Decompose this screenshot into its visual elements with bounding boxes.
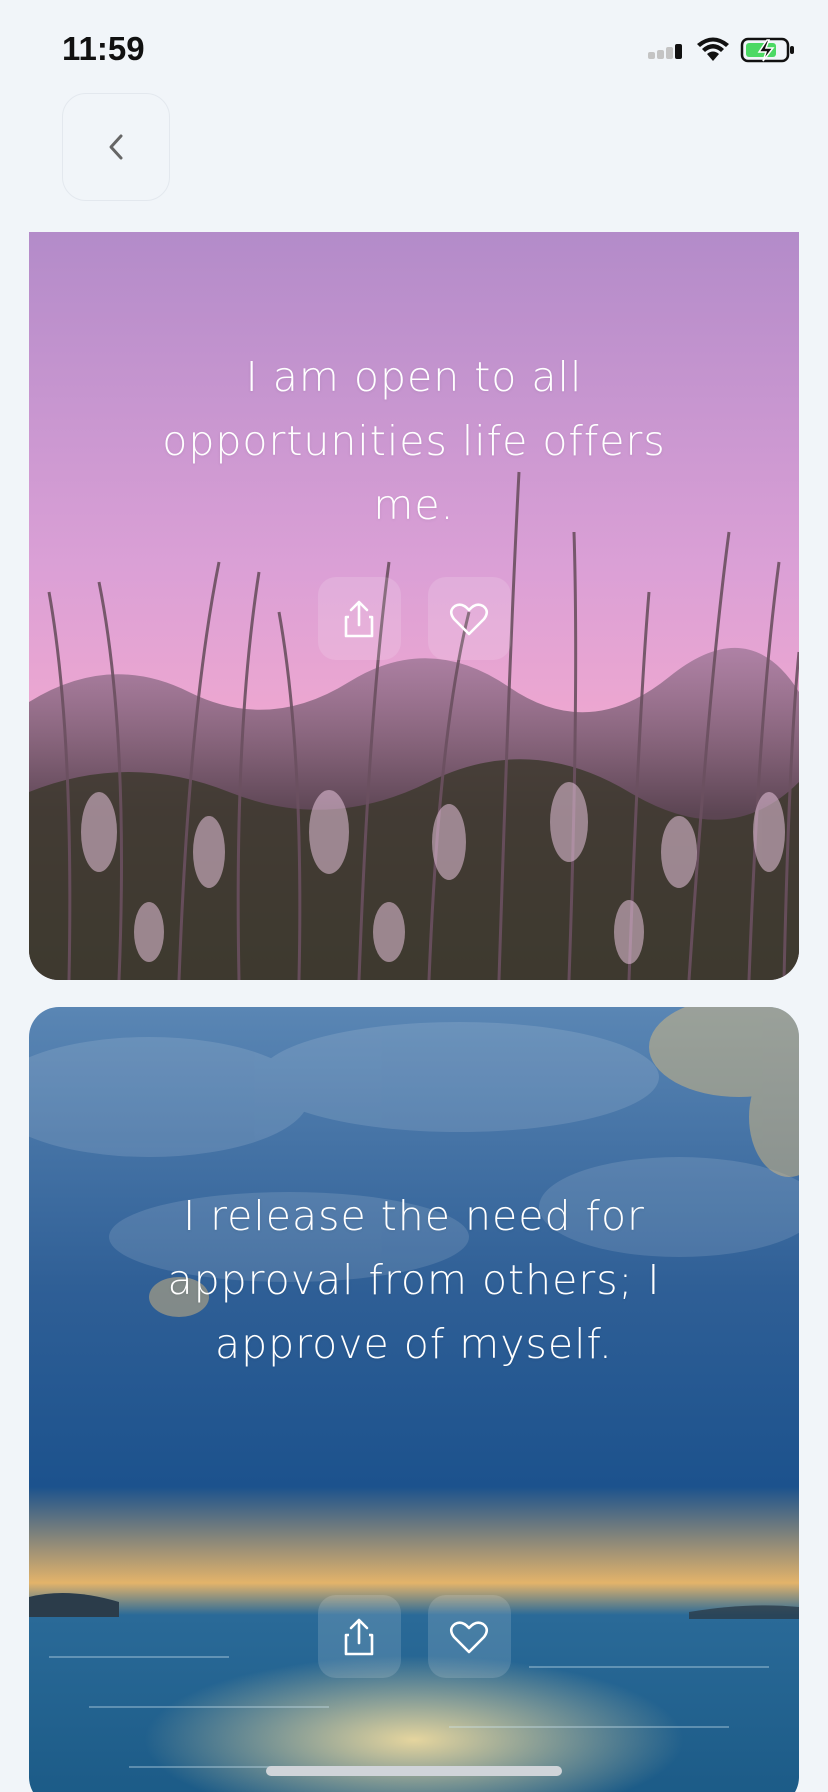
share-button[interactable] bbox=[317, 1595, 401, 1678]
favorite-button[interactable] bbox=[427, 1595, 511, 1678]
share-button[interactable] bbox=[317, 577, 401, 660]
card-actions bbox=[29, 577, 799, 660]
chevron-left-icon bbox=[109, 134, 123, 160]
wifi-icon bbox=[697, 37, 729, 61]
status-time: 11:59 bbox=[62, 30, 145, 67]
status-bar: 11:59 bbox=[0, 0, 828, 100]
cellular-signal-icon bbox=[648, 44, 682, 59]
card-actions bbox=[29, 1595, 799, 1678]
share-icon bbox=[344, 1618, 374, 1655]
share-icon bbox=[344, 600, 374, 637]
favorite-button[interactable] bbox=[427, 577, 511, 660]
heart-icon bbox=[449, 1620, 489, 1653]
heart-icon bbox=[449, 602, 489, 635]
home-indicator bbox=[266, 1766, 562, 1776]
affirmation-text: I am open to all opportunities life offe… bbox=[162, 353, 666, 529]
affirmation-card[interactable]: I release the need for approval from oth… bbox=[29, 1007, 799, 1792]
back-button[interactable] bbox=[62, 93, 170, 201]
status-icons bbox=[646, 36, 796, 64]
affirmation-card[interactable]: I am open to all opportunities life offe… bbox=[29, 232, 799, 980]
affirmation-text: I release the need for approval from oth… bbox=[167, 1192, 661, 1368]
battery-charging-icon bbox=[740, 37, 794, 63]
